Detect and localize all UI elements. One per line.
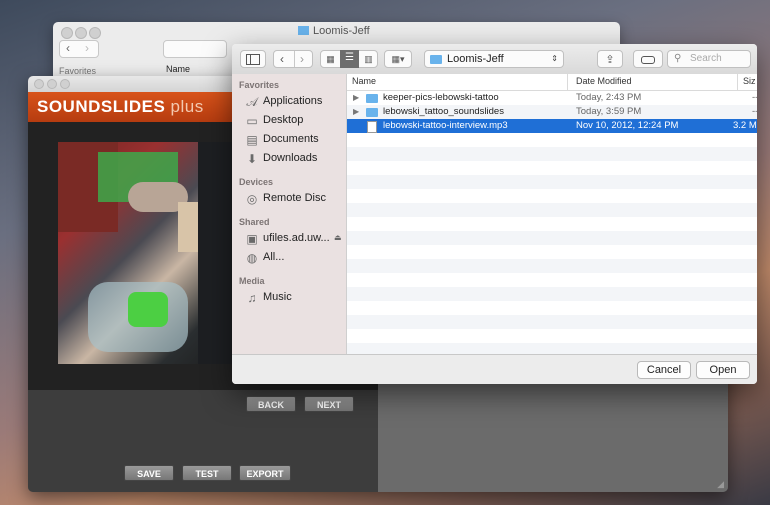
dialog-toolbar: ‹ › ▦ ☰ ▥ ▦▾ Loomis-Jeff ⇕ ⇪ ⚲ Search	[232, 44, 757, 75]
folder-icon	[298, 26, 309, 35]
list-view-icon[interactable]: ☰	[340, 50, 359, 68]
sidebar-item-documents[interactable]: ▤ Documents	[246, 130, 318, 148]
close-window-button[interactable]	[61, 27, 73, 39]
finder-nav-buttons[interactable]: ‹ ›	[59, 40, 99, 58]
file-size: --	[752, 92, 757, 103]
search-field[interactable]: ⚲ Search	[667, 50, 751, 68]
arrange-icon: ▦▾	[391, 54, 405, 64]
chevron-right-icon: ›	[85, 41, 89, 55]
search-icon: ⚲	[674, 53, 682, 64]
audio-file-icon	[367, 121, 377, 133]
back-button[interactable]: BACK	[246, 396, 296, 412]
disc-icon: ◎	[246, 192, 258, 206]
server-icon: ▣	[246, 232, 258, 246]
location-label: Loomis-Jeff	[447, 53, 504, 65]
folder-icon	[366, 108, 378, 117]
file-date: Today, 2:43 PM	[576, 92, 642, 103]
view-mode-switch[interactable]: ▦ ☰ ▥	[320, 50, 378, 68]
zoom-window-button[interactable]	[89, 27, 101, 39]
share-button[interactable]: ⇪	[597, 50, 623, 68]
close-window-button[interactable]	[34, 79, 44, 89]
finder-sidebar-header: Favorites	[59, 66, 97, 76]
folder-icon	[430, 55, 442, 64]
resize-grip-icon[interactable]: ◢	[717, 479, 724, 490]
downloads-icon: ⬇	[246, 152, 258, 166]
sidebar-header-favorites: Favorites	[239, 80, 280, 90]
disclosure-triangle-icon[interactable]: ▶	[353, 91, 359, 105]
documents-icon: ▤	[246, 133, 258, 147]
sidebar-item-desktop[interactable]: ▭ Desktop	[246, 111, 303, 129]
sidebar-toggle-button[interactable]	[240, 50, 266, 68]
sidebar-item-downloads[interactable]: ⬇ Downloads	[246, 149, 317, 167]
file-date: Nov 10, 2012, 12:24 PM	[576, 120, 679, 131]
file-list-header: Name Date Modified Siz	[347, 74, 757, 91]
minimize-window-button[interactable]	[47, 79, 57, 89]
sidebar-icon	[246, 54, 260, 65]
chevron-left-icon: ‹	[66, 41, 70, 55]
eject-icon[interactable]: ⏏	[334, 233, 342, 242]
search-placeholder: Search	[690, 53, 722, 64]
file-name: keeper-pics-lebowski-tattoo	[383, 92, 499, 103]
chevron-right-icon[interactable]: ›	[300, 51, 304, 67]
arrange-button[interactable]: ▦▾	[384, 50, 412, 68]
file-name: lebowski_tattoo_soundslides	[383, 106, 504, 117]
dialog-footer: Cancel Open	[232, 354, 757, 384]
tags-button[interactable]	[633, 50, 663, 68]
column-view-icon[interactable]: ▥	[359, 51, 378, 67]
file-row-lebowski-soundslides[interactable]: ▶ lebowski_tattoo_soundslides Today, 3:5…	[347, 105, 757, 119]
column-header-name[interactable]: Name	[352, 76, 376, 86]
save-button[interactable]: SAVE	[124, 465, 174, 481]
desktop-icon: ▭	[246, 114, 258, 128]
next-button[interactable]: NEXT	[304, 396, 354, 412]
applications-icon: 𝒜	[246, 95, 258, 109]
sidebar-item-ufiles[interactable]: ▣ ufiles.ad.uw...	[246, 229, 329, 247]
dialog-sidebar: Favorites 𝒜 Applications ▭ Desktop ▤ Docume…	[232, 74, 347, 354]
file-list: Name Date Modified Siz ▶ keeper-pics-leb…	[347, 74, 757, 354]
tag-icon	[641, 56, 655, 64]
file-size: --	[752, 106, 757, 117]
music-icon: ♫	[247, 291, 257, 305]
file-date: Today, 3:59 PM	[576, 106, 642, 117]
zoom-window-button[interactable]	[60, 79, 70, 89]
finder-window-title: Loomis-Jeff	[298, 25, 370, 37]
sidebar-header-media: Media	[239, 276, 265, 286]
sidebar-item-music[interactable]: ♫ Music	[246, 288, 292, 306]
network-icon: ◍	[246, 251, 258, 265]
soundslides-logo: SOUNDSLIDES plus	[37, 97, 204, 116]
test-button[interactable]: TEST	[182, 465, 232, 481]
file-row-keeper-pics[interactable]: ▶ keeper-pics-lebowski-tattoo Today, 2:4…	[347, 91, 757, 105]
finder-column-name: Name	[166, 64, 191, 74]
export-button[interactable]: EXPORT	[239, 465, 291, 481]
folder-icon	[366, 94, 378, 103]
column-header-size[interactable]: Siz	[743, 76, 756, 86]
open-button[interactable]: Open	[696, 361, 750, 379]
finder-view-buttons[interactable]	[163, 40, 227, 58]
icon-view-icon[interactable]: ▦	[321, 51, 340, 67]
file-size: 3.2 M	[733, 120, 757, 131]
share-icon: ⇪	[605, 54, 615, 66]
disclosure-triangle-icon[interactable]: ▶	[353, 105, 359, 119]
updown-chevron-icon: ⇕	[551, 54, 558, 63]
slide-photo	[58, 142, 242, 364]
file-name: lebowski-tattoo-interview.mp3	[383, 120, 508, 131]
nav-buttons[interactable]: ‹ ›	[273, 50, 313, 68]
minimize-window-button[interactable]	[75, 27, 87, 39]
open-file-dialog: ‹ › ▦ ☰ ▥ ▦▾ Loomis-Jeff ⇕ ⇪ ⚲ Search Fa	[232, 44, 757, 384]
sidebar-item-applications[interactable]: 𝒜 Applications	[246, 92, 322, 110]
file-row-interview-mp3[interactable]: lebowski-tattoo-interview.mp3 Nov 10, 20…	[347, 119, 757, 133]
cancel-button[interactable]: Cancel	[637, 361, 691, 379]
sidebar-item-remote-disc[interactable]: ◎ Remote Disc	[246, 189, 326, 207]
chevron-left-icon[interactable]: ‹	[280, 51, 284, 67]
sidebar-header-devices: Devices	[239, 177, 274, 187]
column-header-date-modified[interactable]: Date Modified	[576, 76, 632, 86]
location-popup[interactable]: Loomis-Jeff ⇕	[424, 50, 564, 68]
sidebar-item-all[interactable]: ◍ All...	[246, 248, 285, 266]
sidebar-header-shared: Shared	[239, 217, 270, 227]
